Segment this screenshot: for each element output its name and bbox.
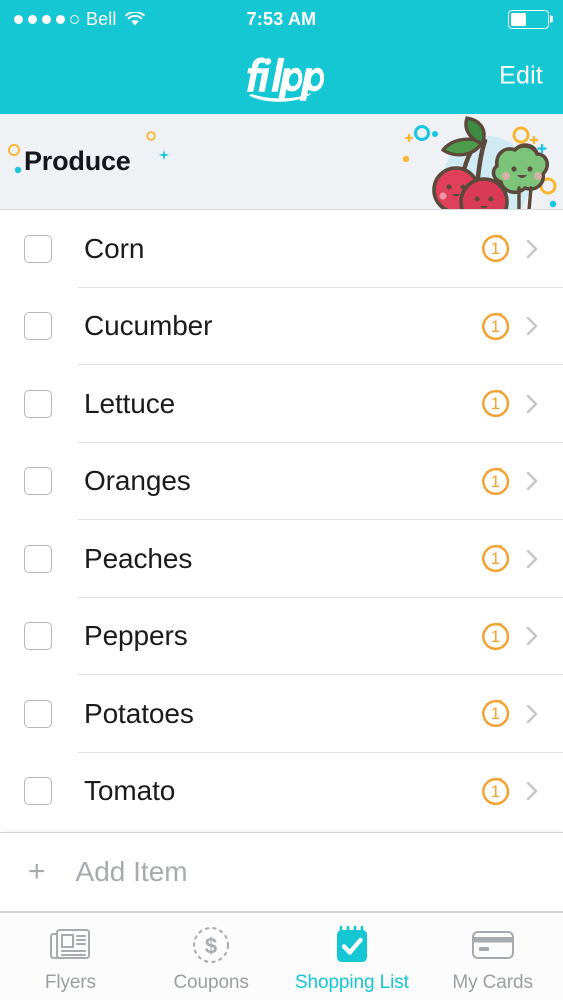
category-title: Produce: [24, 146, 131, 176]
unchecked-checkbox-icon[interactable]: [24, 312, 52, 341]
unchecked-checkbox-icon[interactable]: [24, 544, 52, 573]
chevron-right-icon[interactable]: [521, 625, 543, 647]
unchecked-checkbox-icon[interactable]: [24, 389, 52, 418]
list-item[interactable]: Potatoes 1: [0, 675, 563, 753]
battery-icon: [508, 9, 549, 29]
tab-label: Shopping List: [294, 971, 409, 993]
checklist-pad-icon: [329, 924, 375, 966]
quantity-value: 1: [490, 471, 501, 491]
quantity-value: 1: [490, 626, 501, 646]
chevron-right-icon[interactable]: [521, 393, 543, 415]
chevron-right-icon[interactable]: [521, 703, 543, 725]
quantity-ring-icon[interactable]: 1: [480, 388, 511, 419]
tab-shopping-list[interactable]: Shopping List: [282, 913, 423, 1000]
quantity-ring-icon[interactable]: 1: [480, 311, 511, 342]
add-item-row[interactable]: + Add Item: [0, 832, 563, 912]
status-bar: Bell 7:53 AM: [0, 0, 563, 38]
category-title-wrap: Produce: [0, 131, 170, 177]
quantity-value: 1: [490, 316, 501, 336]
plus-icon: +: [28, 855, 46, 888]
chevron-right-icon[interactable]: [521, 238, 543, 260]
category-header[interactable]: Produce: [0, 114, 563, 210]
quantity-value: 1: [490, 239, 501, 259]
chevron-right-icon[interactable]: [521, 470, 543, 492]
quantity-value: 1: [490, 781, 501, 801]
status-bar-right: [508, 9, 549, 29]
quantity-value: 1: [490, 394, 501, 414]
unchecked-checkbox-icon[interactable]: [24, 467, 52, 496]
quantity-ring-icon[interactable]: 1: [480, 233, 511, 264]
list-item[interactable]: Lettuce 1: [0, 365, 563, 443]
quantity-ring-icon[interactable]: 1: [480, 621, 511, 652]
chevron-right-icon[interactable]: [521, 548, 543, 570]
unchecked-checkbox-icon[interactable]: [24, 777, 52, 806]
list-item[interactable]: Peaches 1: [0, 520, 563, 598]
unchecked-checkbox-icon[interactable]: [24, 622, 52, 651]
list-item-label: Potatoes: [84, 697, 194, 729]
list-item[interactable]: Tomato 1: [0, 752, 563, 830]
nav-bar: Edit: [0, 38, 563, 114]
list-item-label: Tomato: [84, 775, 176, 807]
clock-label: 7:53 AM: [246, 8, 317, 29]
quantity-ring-icon[interactable]: 1: [480, 466, 511, 497]
unchecked-checkbox-icon[interactable]: [24, 234, 52, 263]
list-item-label: Corn: [84, 232, 145, 264]
list-item-label: Oranges: [84, 465, 191, 497]
list-item[interactable]: Oranges 1: [0, 442, 563, 520]
chevron-right-icon[interactable]: [521, 315, 543, 337]
unchecked-checkbox-icon[interactable]: [24, 699, 52, 728]
add-item-input[interactable]: Add Item: [76, 856, 188, 888]
tab-coupons[interactable]: $ Coupons: [141, 913, 282, 1000]
list-item[interactable]: Peppers 1: [0, 597, 563, 675]
newspaper-icon: [47, 924, 93, 966]
sparkle-dot-icon: [14, 166, 22, 174]
quantity-ring-icon[interactable]: 1: [480, 776, 511, 807]
edit-button[interactable]: Edit: [499, 62, 543, 91]
list-item-label: Lettuce: [84, 387, 176, 419]
quantity-ring-icon[interactable]: 1: [480, 698, 511, 729]
credit-card-icon: [470, 924, 516, 966]
svg-text:$: $: [205, 933, 217, 958]
list-item-label: Peppers: [84, 620, 188, 652]
produce-illustration-cherries-broccoli: [402, 116, 557, 209]
shopping-list: Corn 1 Cucumber 1 Lettuce 1 Oranges 1 Pe…: [0, 210, 563, 832]
list-item[interactable]: Corn 1: [0, 210, 563, 288]
sparkle-ring-icon: [8, 144, 20, 156]
tab-label: Coupons: [173, 971, 249, 993]
tab-my-cards[interactable]: My Cards: [422, 913, 563, 1000]
list-item[interactable]: Cucumber 1: [0, 287, 563, 365]
tab-bar: Flyers $ Coupons Shopping List My Cards: [0, 912, 563, 1000]
sparkle-star-icon: [158, 149, 170, 161]
dollar-circle-icon: $: [188, 924, 234, 966]
list-item-label: Peaches: [84, 542, 193, 574]
tab-label: My Cards: [452, 971, 533, 993]
flipp-logo: [230, 47, 334, 105]
tab-flyers[interactable]: Flyers: [0, 913, 141, 1000]
quantity-ring-icon[interactable]: 1: [480, 543, 511, 574]
app-screen: Bell 7:53 AM Edit Produce Corn 1 Cucumbe…: [0, 0, 563, 1000]
list-item-label: Cucumber: [84, 310, 213, 342]
quantity-value: 1: [490, 704, 501, 724]
chevron-right-icon[interactable]: [521, 780, 543, 802]
sparkle-ring-small-icon: [145, 131, 156, 141]
tab-label: Flyers: [44, 971, 96, 993]
quantity-value: 1: [490, 549, 501, 569]
